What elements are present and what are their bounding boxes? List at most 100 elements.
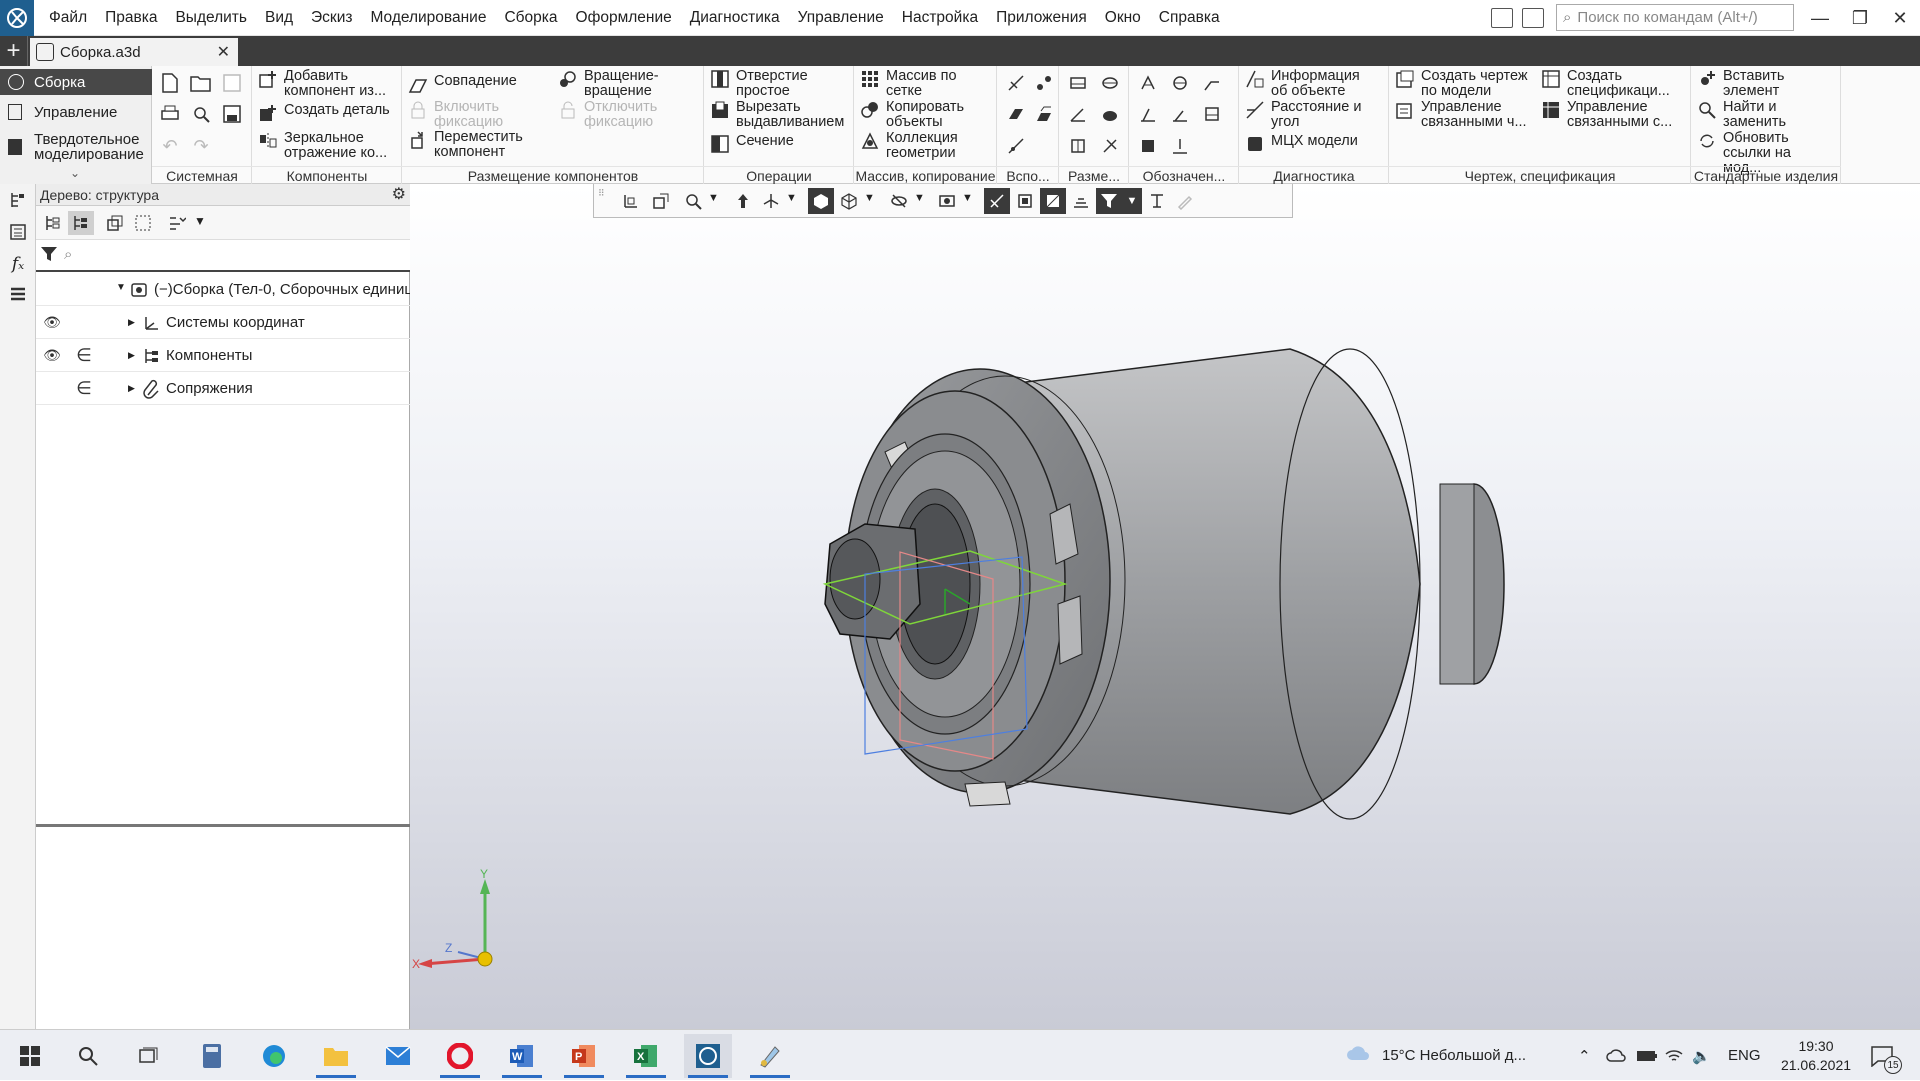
leader-icon[interactable]	[1199, 71, 1225, 95]
create-drawing-button[interactable]: Создать чертеж по модели	[1395, 69, 1539, 99]
start-button[interactable]	[6, 1034, 54, 1078]
menu-diagnostics[interactable]: Диагностика	[681, 9, 789, 27]
tolerance-icon[interactable]	[1135, 102, 1161, 126]
expand-arrow-icon[interactable]: ▼	[116, 282, 126, 293]
paint-app-icon[interactable]	[746, 1034, 794, 1078]
layout-panel-icon[interactable]	[1491, 8, 1513, 28]
menu-window[interactable]: Окно	[1096, 9, 1150, 27]
new-document-icon[interactable]	[157, 71, 183, 95]
tree-view-components-icon[interactable]	[102, 211, 128, 235]
tree-filter-bar[interactable]: ⌕	[36, 240, 410, 272]
insert-element-button[interactable]: Вставить элемент	[1697, 69, 1823, 99]
angle-dimension-icon[interactable]	[1065, 102, 1091, 126]
line-icon[interactable]	[1003, 134, 1029, 158]
tree-splitter[interactable]	[36, 824, 410, 827]
mode-control[interactable]: Управление	[0, 99, 152, 125]
linear-dimension-icon[interactable]	[1065, 71, 1091, 95]
chevron-down-icon[interactable]: ⌄	[70, 166, 80, 180]
auto-dimension-icon[interactable]	[1097, 134, 1123, 158]
calculator-app-icon[interactable]	[188, 1034, 236, 1078]
tree-root-row[interactable]: ▼ (−)Сборка (Тел-0, Сборочных единиц	[36, 274, 410, 306]
language-indicator[interactable]: ENG	[1728, 1030, 1761, 1081]
rotation-rotation-button[interactable]: Вращение-вращение	[558, 69, 684, 99]
mirror-component-button[interactable]: Зеркальное отражение ко...	[258, 131, 403, 161]
manage-drawings-button[interactable]: Управление связанными ч...	[1395, 100, 1539, 130]
roughness-icon[interactable]	[1135, 71, 1161, 95]
position-mark-icon[interactable]	[1167, 102, 1193, 126]
clock[interactable]: 19:30 21.06.2021	[1774, 1030, 1858, 1081]
mode-assembly[interactable]: Сборка	[0, 69, 152, 95]
redo-icon[interactable]: ↷	[188, 134, 214, 158]
object-info-button[interactable]: Информация об объекте	[1245, 69, 1371, 99]
properties-panel-icon[interactable]	[5, 220, 31, 244]
save-icon[interactable]	[219, 71, 245, 95]
expand-arrow-icon[interactable]: ▶	[128, 317, 135, 328]
menu-assembly[interactable]: Сборка	[495, 9, 566, 27]
weld-icon[interactable]	[1199, 102, 1225, 126]
diameter-dimension-icon[interactable]	[1097, 71, 1123, 95]
tree-panel-icon[interactable]	[5, 188, 31, 212]
onedrive-icon[interactable]	[1606, 1030, 1628, 1081]
tree-row-coordinate-systems[interactable]: 👁 ▶ Системы координат	[36, 307, 410, 339]
axis-icon[interactable]	[1003, 71, 1029, 95]
visibility-eye-icon[interactable]: 👁	[36, 307, 68, 339]
cut-extrude-button[interactable]: Вырезать выдавливанием	[710, 100, 852, 130]
menu-modeling[interactable]: Моделирование	[361, 9, 495, 27]
disable-fix-button[interactable]: Отключить фиксацию	[558, 100, 684, 130]
notifications-icon[interactable]: 15	[1870, 1030, 1902, 1081]
open-folder-icon[interactable]	[188, 71, 214, 95]
copy-objects-button[interactable]: Копировать объекты	[860, 100, 976, 130]
mail-app-icon[interactable]	[374, 1034, 422, 1078]
gear-icon[interactable]: ⚙	[392, 184, 406, 206]
document-tab[interactable]: Сборка.a3d ✕	[30, 38, 238, 66]
height-dimension-icon[interactable]	[1065, 134, 1091, 158]
offset-plane-icon[interactable]	[1031, 102, 1057, 126]
print-icon[interactable]	[157, 102, 183, 126]
edge-browser-icon[interactable]	[250, 1034, 298, 1078]
expand-arrow-icon[interactable]: ▶	[128, 350, 135, 361]
variables-fx-icon[interactable]: 𝑓ₓ	[5, 252, 31, 276]
find-replace-button[interactable]: Найти и заменить	[1697, 100, 1823, 130]
add-component-button[interactable]: Добавить компонент из...	[258, 69, 403, 99]
undo-icon[interactable]: ↶	[157, 134, 183, 158]
save-as-icon[interactable]	[219, 102, 245, 126]
opera-browser-icon[interactable]	[436, 1034, 484, 1078]
create-spec-button[interactable]: Создать спецификаци...	[1541, 69, 1685, 99]
taskbar-search-icon[interactable]	[64, 1034, 112, 1078]
wifi-icon[interactable]	[1664, 1030, 1684, 1081]
grid-array-button[interactable]: Массив по сетке	[860, 69, 966, 99]
excel-app-icon[interactable]: X	[622, 1034, 670, 1078]
tree-view-structure-icon[interactable]	[40, 211, 66, 235]
text-note-icon[interactable]	[1167, 134, 1193, 158]
section-button[interactable]: Сечение	[710, 134, 794, 154]
menu-apps[interactable]: Приложения	[987, 9, 1096, 27]
menu-formatting[interactable]: Оформление	[567, 9, 681, 27]
kompas-logo-icon[interactable]	[0, 0, 34, 36]
distance-angle-button[interactable]: Расстояние и угол	[1245, 100, 1371, 130]
enable-fix-button[interactable]: Включить фиксацию	[408, 100, 524, 130]
tree-view-build-icon[interactable]	[68, 211, 94, 235]
menu-edit[interactable]: Правка	[96, 9, 166, 27]
menu-view[interactable]: Вид	[256, 9, 302, 27]
tree-options-dropdown-icon[interactable]: ▼	[194, 214, 206, 228]
tree-row-mates[interactable]: ∈ ▶ Сопряжения	[36, 373, 410, 405]
menu-help[interactable]: Справка	[1150, 9, 1229, 27]
include-in-calculation-icon[interactable]: ∈	[68, 373, 100, 405]
preview-icon[interactable]	[188, 102, 214, 126]
point-icon[interactable]	[1031, 71, 1057, 95]
create-part-button[interactable]: Создать деталь	[258, 103, 403, 123]
volume-icon[interactable]: 🔈	[1692, 1030, 1711, 1081]
menu-hamburger-icon[interactable]	[5, 282, 31, 306]
menu-select[interactable]: Выделить	[166, 9, 256, 27]
close-tab-icon[interactable]: ✕	[217, 42, 230, 62]
new-tab-button[interactable]: +	[0, 36, 28, 66]
tree-select-icon[interactable]	[130, 211, 156, 235]
manage-specs-button[interactable]: Управление связанными с...	[1541, 100, 1685, 130]
weather-widget[interactable]: 15°C Небольшой д...	[1346, 1030, 1526, 1081]
mode-solid-modeling[interactable]: Твердотельное моделирование	[0, 129, 152, 165]
include-in-calculation-icon[interactable]: ∈	[68, 340, 100, 372]
menu-management[interactable]: Управление	[789, 9, 893, 27]
maximize-button[interactable]: ❐	[1838, 0, 1882, 36]
radius-dimension-icon[interactable]	[1097, 102, 1123, 126]
base-icon[interactable]	[1167, 71, 1193, 95]
